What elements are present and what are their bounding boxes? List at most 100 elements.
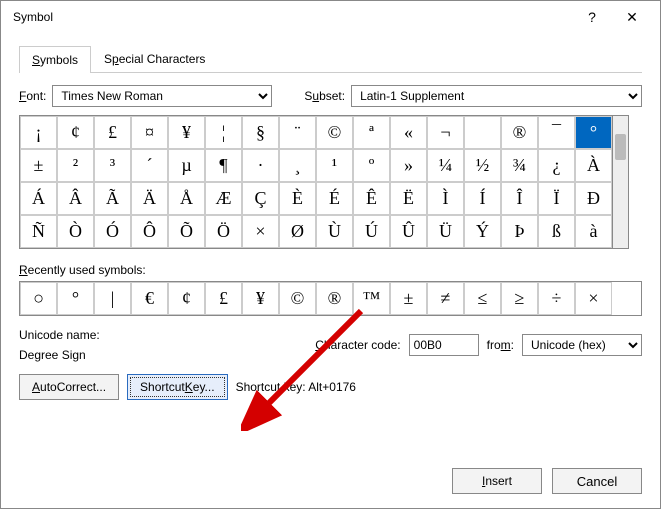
symbol-cell[interactable]: ° xyxy=(575,116,612,149)
symbol-cell[interactable]: Ô xyxy=(131,215,168,248)
symbol-cell[interactable]: ß xyxy=(538,215,575,248)
tab-bar: Symbols Special Characters xyxy=(19,45,642,73)
recent-symbol-cell[interactable]: × xyxy=(575,282,612,315)
close-button[interactable]: ✕ xyxy=(612,3,652,31)
symbol-cell[interactable]: À xyxy=(575,149,612,182)
unicode-name-value: Degree Sign xyxy=(19,348,219,362)
symbol-cell[interactable]: ½ xyxy=(464,149,501,182)
symbol-cell[interactable]: Ü xyxy=(427,215,464,248)
symbol-cell[interactable]: ¿ xyxy=(538,149,575,182)
recent-symbol-cell[interactable]: ® xyxy=(316,282,353,315)
symbol-cell[interactable]: ¨ xyxy=(279,116,316,149)
symbol-cell[interactable]: « xyxy=(390,116,427,149)
symbol-cell[interactable]: ¸ xyxy=(279,149,316,182)
recent-symbol-cell[interactable]: ¥ xyxy=(242,282,279,315)
symbol-cell[interactable]: Ç xyxy=(242,182,279,215)
symbol-cell[interactable]: ² xyxy=(57,149,94,182)
autocorrect-button[interactable]: AutoCorrect... xyxy=(19,374,119,400)
symbol-cell[interactable]: Æ xyxy=(205,182,242,215)
symbol-cell[interactable]: ¥ xyxy=(168,116,205,149)
recent-symbol-cell[interactable]: ≥ xyxy=(501,282,538,315)
help-button[interactable]: ? xyxy=(572,3,612,31)
symbol-cell[interactable]: Ï xyxy=(538,182,575,215)
symbol-cell[interactable]: × xyxy=(242,215,279,248)
subset-select[interactable]: Latin-1 Supplement xyxy=(351,85,642,107)
symbol-cell[interactable]: ¤ xyxy=(131,116,168,149)
symbol-cell[interactable]: £ xyxy=(94,116,131,149)
symbol-cell[interactable]: Õ xyxy=(168,215,205,248)
recent-symbol-cell[interactable]: ° xyxy=(57,282,94,315)
symbol-cell[interactable]: ® xyxy=(501,116,538,149)
shortcut-key-static: Shortcut key: Alt+0176 xyxy=(236,380,356,394)
symbol-cell[interactable]: ¯ xyxy=(538,116,575,149)
symbol-cell[interactable]: Á xyxy=(20,182,57,215)
symbol-cell[interactable]: Ë xyxy=(390,182,427,215)
symbol-cell[interactable]: Ó xyxy=(94,215,131,248)
symbol-cell[interactable]: Ú xyxy=(353,215,390,248)
tab-special-characters[interactable]: Special Characters xyxy=(91,45,218,72)
insert-button[interactable]: Insert xyxy=(452,468,542,494)
symbol-cell[interactable]: à xyxy=(575,215,612,248)
grid-scrollbar[interactable] xyxy=(613,115,629,249)
recent-symbol-cell[interactable]: © xyxy=(279,282,316,315)
symbol-cell[interactable]: © xyxy=(316,116,353,149)
symbol-cell[interactable]: Í xyxy=(464,182,501,215)
symbol-cell[interactable]: ³ xyxy=(94,149,131,182)
symbol-cell[interactable]: ¦ xyxy=(205,116,242,149)
symbol-cell[interactable]: Î xyxy=(501,182,538,215)
recent-symbol-cell[interactable]: ™ xyxy=(353,282,390,315)
symbol-cell[interactable]: ¬ xyxy=(427,116,464,149)
tab-symbols[interactable]: Symbols xyxy=(19,46,91,73)
symbol-cell[interactable]: È xyxy=(279,182,316,215)
recent-symbols-grid[interactable]: ○°|€¢£¥©®™±≠≤≥÷× xyxy=(19,281,642,316)
symbol-cell[interactable]: É xyxy=(316,182,353,215)
symbol-cell[interactable]: Ý xyxy=(464,215,501,248)
recent-symbol-cell[interactable]: | xyxy=(94,282,131,315)
symbol-cell[interactable]: ´ xyxy=(131,149,168,182)
symbol-cell[interactable]: » xyxy=(390,149,427,182)
symbol-cell[interactable]: ¶ xyxy=(205,149,242,182)
cancel-button[interactable]: Cancel xyxy=(552,468,642,494)
scrollbar-thumb[interactable] xyxy=(615,134,626,160)
recent-symbol-cell[interactable]: ○ xyxy=(20,282,57,315)
symbol-cell[interactable]: Ð xyxy=(575,182,612,215)
recent-symbol-cell[interactable]: ≠ xyxy=(427,282,464,315)
symbol-cell[interactable]: Û xyxy=(390,215,427,248)
recent-symbol-cell[interactable]: £ xyxy=(205,282,242,315)
symbol-cell[interactable]: ¢ xyxy=(57,116,94,149)
recently-used-label: Recently used symbols: xyxy=(19,263,642,277)
symbol-cell[interactable]: ¼ xyxy=(427,149,464,182)
symbol-cell[interactable]: º xyxy=(353,149,390,182)
symbol-cell[interactable]: Ê xyxy=(353,182,390,215)
symbol-cell[interactable]: Ã xyxy=(94,182,131,215)
symbol-cell[interactable]: ª xyxy=(353,116,390,149)
recent-symbol-cell[interactable]: € xyxy=(131,282,168,315)
symbol-cell[interactable]: ¹ xyxy=(316,149,353,182)
symbol-cell[interactable]: ± xyxy=(20,149,57,182)
symbol-cell[interactable]: Ñ xyxy=(20,215,57,248)
symbol-cell[interactable]: Þ xyxy=(501,215,538,248)
symbol-grid[interactable]: ¡¢£¤¥¦§¨©ª«¬­®¯° ±²³´µ¶·¸¹º»¼½¾¿À ÁÂÃÄÅÆÇÈ… xyxy=(19,115,613,249)
symbol-cell[interactable]: Ò xyxy=(57,215,94,248)
shortcut-key-button[interactable]: Shortcut Key... xyxy=(127,374,228,400)
symbol-cell[interactable]: · xyxy=(242,149,279,182)
character-code-input[interactable] xyxy=(409,334,479,356)
symbol-cell[interactable]: Ø xyxy=(279,215,316,248)
symbol-cell[interactable]: Ö xyxy=(205,215,242,248)
symbol-cell[interactable]: Å xyxy=(168,182,205,215)
recent-symbol-cell[interactable]: ¢ xyxy=(168,282,205,315)
from-select[interactable]: Unicode (hex) xyxy=(522,334,642,356)
symbol-cell[interactable]: Ä xyxy=(131,182,168,215)
symbol-cell[interactable]: § xyxy=(242,116,279,149)
font-select[interactable]: Times New Roman xyxy=(52,85,272,107)
symbol-cell[interactable]: Ù xyxy=(316,215,353,248)
recent-symbol-cell[interactable]: ± xyxy=(390,282,427,315)
symbol-cell[interactable]: Ì xyxy=(427,182,464,215)
recent-symbol-cell[interactable]: ≤ xyxy=(464,282,501,315)
symbol-cell[interactable]: ¾ xyxy=(501,149,538,182)
symbol-cell[interactable]: ­ xyxy=(464,116,501,149)
symbol-cell[interactable]: µ xyxy=(168,149,205,182)
recent-symbol-cell[interactable]: ÷ xyxy=(538,282,575,315)
symbol-cell[interactable]: ¡ xyxy=(20,116,57,149)
symbol-cell[interactable]: Â xyxy=(57,182,94,215)
